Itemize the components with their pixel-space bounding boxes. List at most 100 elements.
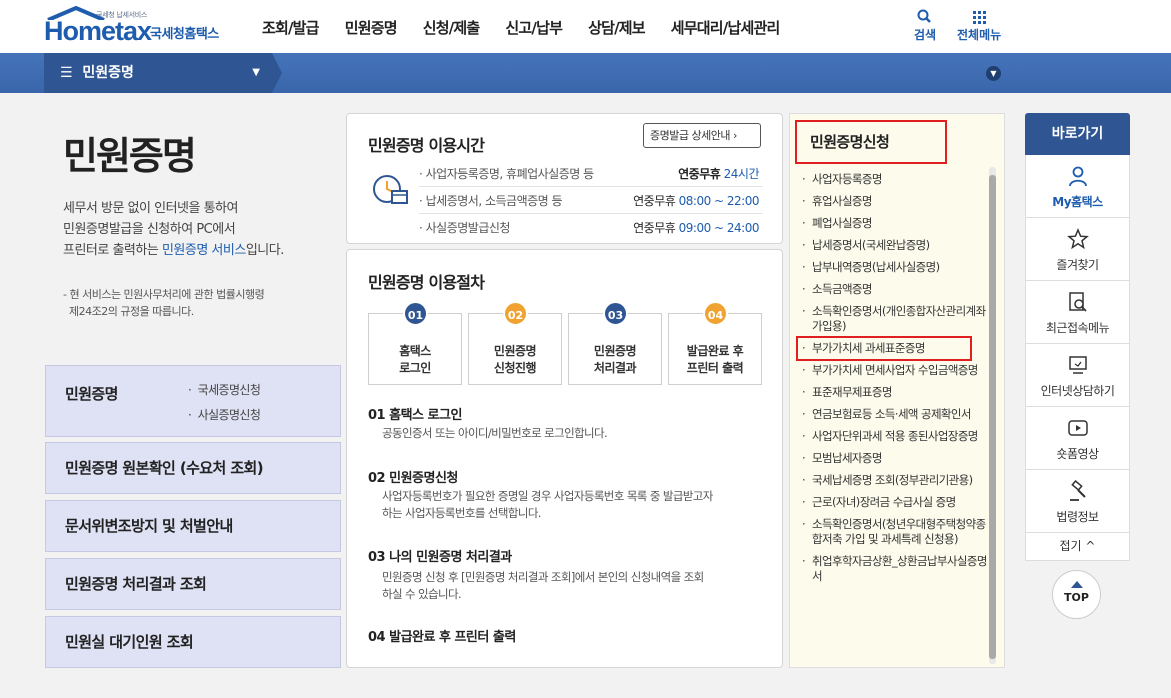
step-label: 민원증명 신청진행 bbox=[469, 343, 561, 377]
dropdown-arrow-icon: ▼ bbox=[252, 67, 260, 78]
usage-time-panel: 민원증명 이용시간 증명발급 상세안내 › · 사업자등록증명, 휴폐업사실증명… bbox=[346, 113, 783, 244]
usage-time-row: · 납세증명서, 소득금액증명 등 연중무휴 08:00 ~ 22:00 bbox=[419, 188, 763, 214]
nav-item-application[interactable]: 신청/제출 bbox=[423, 17, 480, 38]
procedure-section-heading: 02 민원증명신청 bbox=[368, 471, 458, 486]
usage-row-label: · 사실증명발급신청 bbox=[419, 221, 510, 235]
procedure-section-heading: 03 나의 민원증명 처리결과 bbox=[368, 550, 512, 565]
apply-item-gov-inquiry[interactable]: 국세납세증명 조회(정부관리기관용) bbox=[802, 473, 992, 488]
hamburger-icon: ☰ bbox=[60, 65, 73, 81]
apply-item-isa-income[interactable]: 소득확인증명서(개인종합자산관리계좌 가입용) bbox=[802, 304, 992, 334]
link-label: 사실증명신청 bbox=[197, 408, 261, 422]
apply-list: 사업자등록증명 휴업사실증명 폐업사실증명 납세증명서(국세완납증명) 납부내역… bbox=[802, 172, 992, 591]
quick-recent-menu[interactable]: 최근접속메뉴 bbox=[1025, 281, 1130, 344]
quick-collapse-button[interactable]: 접기 ^ bbox=[1025, 533, 1130, 561]
procedure-step: 03 민원증명 처리결과 bbox=[568, 301, 662, 385]
sub-nav-bar: ☰ 민원증명 ▼ ▼ bbox=[0, 53, 1171, 93]
quick-law-info[interactable]: 법령정보 bbox=[1025, 470, 1130, 533]
desc-line: 민원증명 신청 후 [민원증명 처리결과 조회]에서 본인의 신청내역을 조회 bbox=[382, 570, 704, 584]
waiting-count-box[interactable]: 민원실 대기인원 조회 bbox=[45, 616, 341, 668]
forgery-prevention-box[interactable]: 문서위변조방지 및 처벌안내 bbox=[45, 500, 341, 552]
usage-row-label-text: 납세증명서, 소득금액증명 등 bbox=[425, 194, 563, 208]
apply-item-vat-exempt[interactable]: 부가가치세 면세사업자 수입금액증명 bbox=[802, 363, 992, 378]
apply-item-model-taxpayer[interactable]: 모범납세자증명 bbox=[802, 451, 992, 466]
nav-item-certificate[interactable]: 민원증명 bbox=[345, 17, 398, 38]
all-menu-button[interactable]: 전체메뉴 bbox=[957, 8, 1001, 43]
nav-item-consult[interactable]: 상담/제보 bbox=[588, 17, 645, 38]
apply-item-earned-income-credit[interactable]: 근로(자녀)장려금 수급사실 증명 bbox=[802, 495, 992, 510]
link-fact-certificate[interactable]: · 사실증명신청 bbox=[188, 406, 261, 423]
current-menu-label: 민원증명 bbox=[82, 65, 134, 81]
apply-item-tax-payment-cert[interactable]: 납세증명서(국세완납증명) bbox=[802, 238, 992, 253]
certificate-box-title: 민원증명 bbox=[65, 385, 118, 403]
intro-highlight: 민원증명 서비스 bbox=[161, 243, 246, 258]
scrollbar-thumb[interactable] bbox=[989, 175, 996, 659]
usage-row-time: 08:00 ~ 22:00 bbox=[678, 194, 760, 208]
legal-note-line-1: - 현 서비스는 민원사무처리에 관한 법률시행령 bbox=[63, 288, 265, 301]
usage-row-label: · 사업자등록증명, 휴폐업사실증명 등 bbox=[419, 167, 594, 181]
apply-item-payment-history[interactable]: 납부내역증명(납세사실증명) bbox=[802, 260, 992, 275]
procedure-panel: 민원증명 이용절차 01 홈택스 로그인 02 민원증명 신청진행 03 민원증명 처… bbox=[346, 249, 783, 668]
clock-calendar-icon bbox=[373, 175, 408, 204]
search-button[interactable]: 검색 bbox=[914, 8, 936, 43]
usage-row-value: 연중무휴 08:00 ~ 22:00 bbox=[633, 188, 759, 214]
nav-item-agent[interactable]: 세무대리/납세관리 bbox=[671, 17, 780, 38]
certificate-menu-box: 민원증명 · 국세증명신청 · 사실증명신청 bbox=[45, 365, 341, 437]
detail-guide-label: 증명발급 상세안내 bbox=[650, 129, 730, 142]
apply-item-student-loan[interactable]: 취업후학자금상환_상환금납부사실증명서 bbox=[802, 554, 992, 584]
page-title: 민원증명 bbox=[63, 134, 197, 178]
step-number-badge: 02 bbox=[503, 301, 528, 326]
link-national-tax-certificate[interactable]: · 국세증명신청 bbox=[188, 381, 261, 398]
desc-line: 하는 사업자등록번호를 선택합니다. bbox=[382, 506, 541, 520]
monitor-chat-icon bbox=[1068, 356, 1087, 374]
step-label-line-1: 민원증명 bbox=[493, 344, 537, 358]
apply-item-income-amount[interactable]: 소득금액증명 bbox=[802, 282, 992, 297]
procedure-step: 02 민원증명 신청진행 bbox=[468, 301, 562, 385]
apply-list-scrollbar[interactable] bbox=[989, 167, 996, 664]
nav-item-inquiry[interactable]: 조회/발급 bbox=[262, 17, 319, 38]
step-label: 발급완료 후 프린터 출력 bbox=[669, 343, 761, 377]
recent-search-icon bbox=[1068, 292, 1087, 312]
usage-row-prefix: 연중무휴 bbox=[633, 221, 676, 235]
quick-item-label: 숏폼영상 bbox=[1056, 447, 1099, 461]
apply-item-pension-deduction[interactable]: 연금보험료등 소득·세액 공제확인서 bbox=[802, 407, 992, 422]
step-number-badge: 04 bbox=[703, 301, 728, 326]
search-icon bbox=[917, 9, 931, 23]
quick-favorites[interactable]: 즐겨찾기 bbox=[1025, 218, 1130, 281]
search-label: 검색 bbox=[914, 28, 937, 42]
procedure-step: 04 발급완료 후 프린터 출력 bbox=[668, 301, 762, 385]
hometax-logo[interactable]: 국세청 납세서비스 Hometax 국세청홈택스 bbox=[44, 6, 234, 46]
quick-shortform-video[interactable]: 숏폼영상 bbox=[1025, 407, 1130, 470]
quick-my-hometax[interactable]: My홈택스 bbox=[1025, 155, 1130, 218]
step-label: 홈택스 로그인 bbox=[369, 343, 461, 377]
step-label-line-1: 홈택스 bbox=[399, 344, 431, 358]
desc-line: 하실 수 있습니다. bbox=[382, 587, 462, 601]
usage-row-time: 24시간 bbox=[723, 167, 760, 181]
usage-time-title: 민원증명 이용시간 bbox=[368, 136, 485, 155]
intro-line-3: 프린터로 출력하는 bbox=[63, 243, 162, 258]
all-menu-label: 전체메뉴 bbox=[957, 28, 1002, 42]
link-label: 국세증명신청 bbox=[197, 383, 261, 397]
intro-line-2: 민원증명발급을 신청하여 PC에서 bbox=[63, 222, 236, 237]
intro-line-3-end: 입니다. bbox=[245, 243, 285, 258]
processing-result-box[interactable]: 민원증명 처리결과 조회 bbox=[45, 558, 341, 610]
chevron-down-icon[interactable]: ▼ bbox=[986, 66, 1001, 81]
quick-online-consult[interactable]: 인터넷상담하기 bbox=[1025, 344, 1130, 407]
global-nav: 조회/발급 민원증명 신청/제출 신고/납부 상담/제보 세무대리/납세관리 bbox=[262, 17, 805, 38]
scroll-top-button[interactable]: TOP bbox=[1052, 570, 1101, 619]
usage-row-label: · 납세증명서, 소득금액증명 등 bbox=[419, 194, 563, 208]
apply-item-unit-taxation[interactable]: 사업자단위과세 적용 종된사업장증명 bbox=[802, 429, 992, 444]
apply-item-closure[interactable]: 폐업사실증명 bbox=[802, 216, 992, 231]
nav-item-filing[interactable]: 신고/납부 bbox=[505, 17, 562, 38]
procedure-step: 01 홈택스 로그인 bbox=[368, 301, 462, 385]
gavel-icon bbox=[1069, 479, 1086, 501]
user-icon bbox=[1068, 166, 1087, 187]
apply-item-youth-housing[interactable]: 소득확인증명서(청년우대형주택청약종합저축 가입 및 과세특례 신청용) bbox=[802, 517, 992, 547]
step-label-line-2: 처리결과 bbox=[593, 361, 637, 375]
apply-item-suspension[interactable]: 휴업사실증명 bbox=[802, 194, 992, 209]
original-verification-box[interactable]: 민원증명 원본확인 (수요처 조회) bbox=[45, 442, 341, 494]
detail-guide-button[interactable]: 증명발급 상세안내 › bbox=[643, 123, 761, 148]
apply-item-financial-statements[interactable]: 표준재무제표증명 bbox=[802, 385, 992, 400]
current-menu-dropdown[interactable]: ☰ 민원증명 ▼ bbox=[44, 53, 272, 93]
apply-item-business-registration[interactable]: 사업자등록증명 bbox=[802, 172, 992, 187]
apply-list-title: 민원증명신청 bbox=[795, 120, 947, 164]
